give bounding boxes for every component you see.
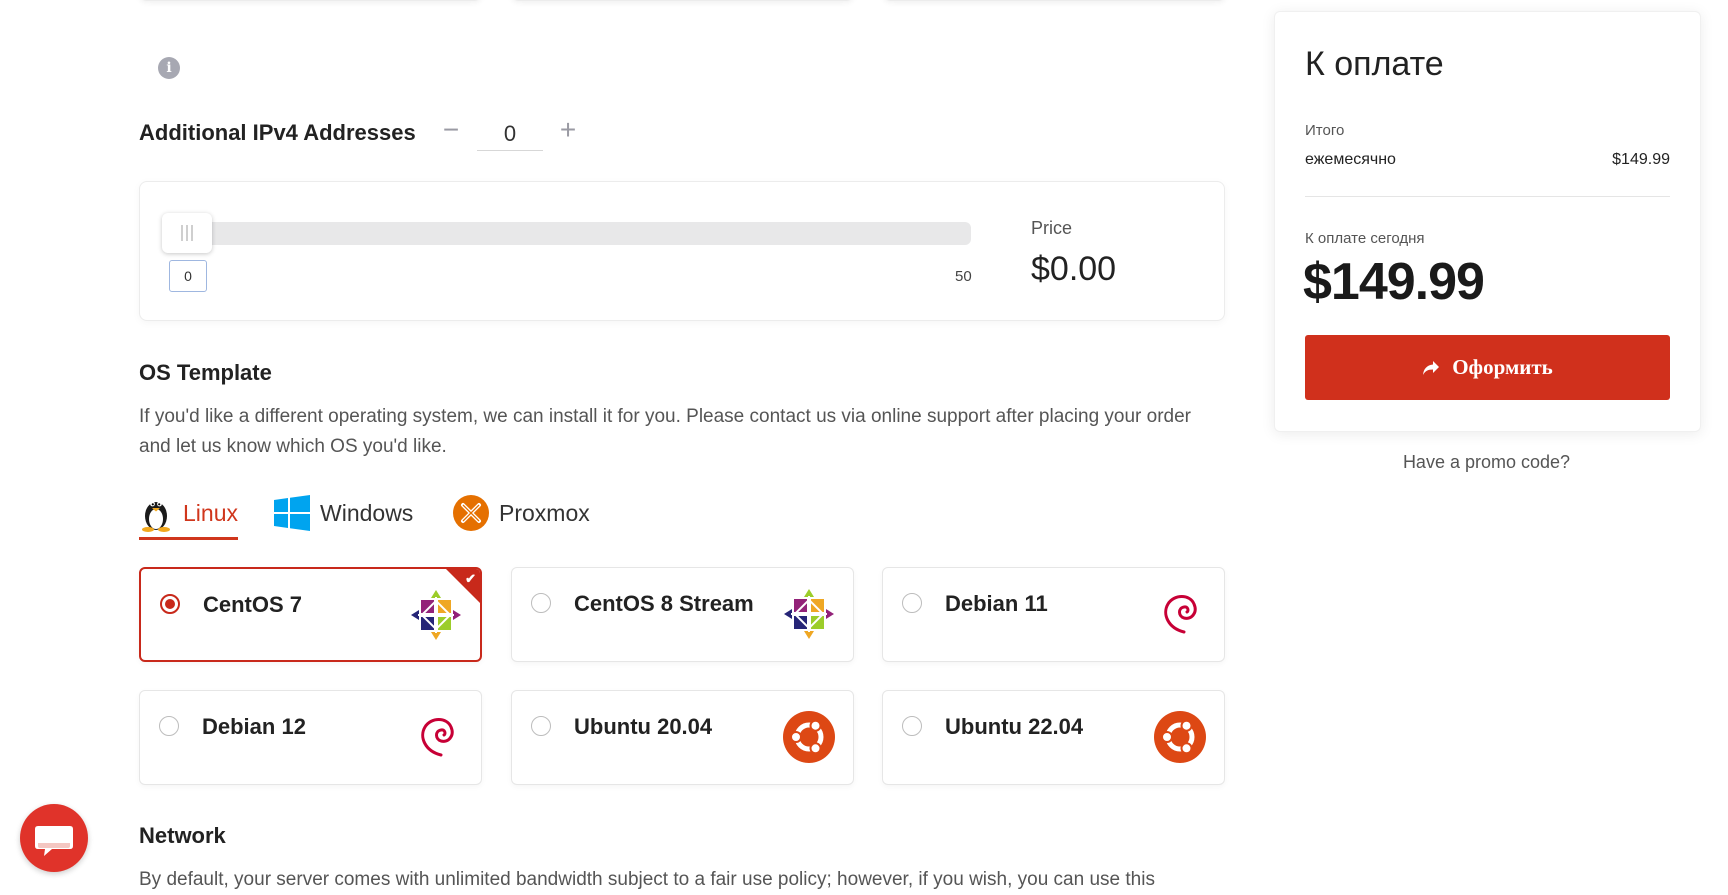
- tux-icon: [142, 501, 170, 532]
- slider-current-value: 0: [169, 260, 207, 292]
- tab-linux-label: Linux: [183, 499, 238, 526]
- summary-divider: [1305, 196, 1670, 197]
- os-option-name: Ubuntu 22.04: [945, 714, 1084, 739]
- check-icon: ✔: [465, 571, 476, 586]
- chat-support-button[interactable]: [20, 804, 88, 872]
- os-option-debian-11[interactable]: Debian 11: [882, 567, 1225, 662]
- tab-linux[interactable]: Linux: [139, 488, 238, 540]
- os-template-description: If you'd like a different operating syst…: [139, 406, 1192, 457]
- price-value: $0.00: [1031, 250, 1117, 288]
- ipv4-slider-handle[interactable]: [162, 213, 212, 253]
- debian-logo-icon: [1164, 595, 1197, 634]
- os-radio[interactable]: [902, 593, 922, 613]
- os-option-name: CentOS 7: [203, 592, 303, 617]
- chat-icon: [35, 826, 73, 856]
- os-radio[interactable]: [902, 716, 922, 736]
- due-today-label: К оплате сегодня: [1305, 230, 1425, 247]
- order-summary-panel: К оплате Итого ежемесячно $149.99 К опла…: [1274, 11, 1701, 432]
- tab-windows-label: Windows: [320, 499, 414, 526]
- os-radio[interactable]: [159, 716, 179, 736]
- windows-icon: [274, 495, 310, 531]
- billing-period-price: $149.99: [1612, 151, 1670, 168]
- info-icon[interactable]: i: [158, 57, 180, 79]
- os-radio[interactable]: [160, 594, 180, 614]
- checkout-button[interactable]: Оформить: [1305, 335, 1670, 400]
- os-radio[interactable]: [531, 593, 551, 613]
- ubuntu-logo-icon: [1154, 711, 1206, 763]
- os-option-name: Debian 12: [202, 714, 306, 739]
- os-option-centos-8-stream[interactable]: CentOS 8 Stream: [511, 567, 854, 662]
- ipv4-increment-button[interactable]: +: [556, 116, 580, 144]
- proxmox-icon: [453, 495, 489, 531]
- os-option-name: Ubuntu 20.04: [574, 714, 713, 739]
- tab-windows[interactable]: Windows: [274, 488, 413, 538]
- centos-logo-icon: [784, 589, 834, 639]
- promo-code-link[interactable]: Have a promo code?: [1274, 452, 1699, 473]
- os-radio[interactable]: [531, 716, 551, 736]
- debian-logo-icon: [421, 718, 454, 757]
- slider-max-label: 50: [955, 268, 972, 285]
- price-label: Price: [1031, 218, 1073, 238]
- summary-title: К оплате: [1305, 45, 1444, 83]
- summary-total-label: Итого: [1305, 122, 1345, 139]
- tab-proxmox[interactable]: Proxmox: [453, 488, 590, 538]
- tab-proxmox-label: Proxmox: [499, 499, 590, 526]
- checkout-button-label: Оформить: [1452, 355, 1553, 379]
- ipv4-decrement-button[interactable]: −: [439, 116, 463, 144]
- ipv4-addresses-label: Additional IPv4 Addresses: [139, 120, 416, 145]
- os-option-name: CentOS 8 Stream: [574, 591, 754, 616]
- ubuntu-logo-icon: [783, 711, 835, 763]
- os-option-centos-7[interactable]: CentOS 7 ✔: [139, 567, 482, 662]
- os-option-name: Debian 11: [945, 591, 1048, 616]
- os-option-debian-12[interactable]: Debian 12: [139, 690, 482, 785]
- billing-period-label: ежемесячно: [1305, 151, 1396, 168]
- network-description: By default, your server comes with unlim…: [139, 869, 1155, 890]
- os-option-ubuntu-20-04[interactable]: Ubuntu 20.04: [511, 690, 854, 785]
- os-option-ubuntu-22-04[interactable]: Ubuntu 22.04: [882, 690, 1225, 785]
- ipv4-quantity-input[interactable]: [477, 118, 543, 151]
- due-today-total: $149.99: [1303, 253, 1485, 311]
- ipv4-slider-track[interactable]: [164, 222, 971, 245]
- share-arrow-icon: [1423, 360, 1440, 375]
- os-template-title: OS Template: [139, 360, 272, 385]
- network-title: Network: [139, 823, 226, 848]
- ipv4-slider-card: 0 50 Price $0.00: [139, 181, 1225, 321]
